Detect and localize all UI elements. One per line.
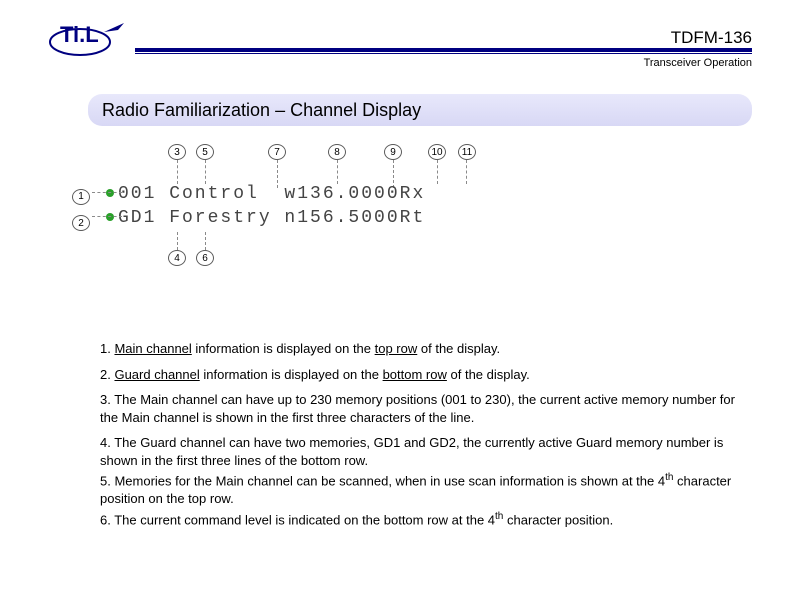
callout-9: 9 (384, 144, 402, 160)
callout-11: 11 (458, 144, 476, 160)
list-item: 2. Guard channel information is displaye… (100, 366, 750, 384)
callout-10: 10 (428, 144, 446, 160)
header-subtitle: Transceiver Operation (644, 57, 752, 69)
leader-8 (337, 160, 338, 184)
leader-3 (177, 160, 178, 184)
section-title: Radio Familiarization – Channel Display (88, 94, 752, 126)
channel-display-diagram: 3 5 7 8 9 10 11 1 2 001 Control w136.000… (106, 140, 586, 272)
item-6-end: character position. (503, 512, 613, 527)
leader-10 (437, 160, 438, 184)
item-6-pre: 6. The current command level is indicate… (100, 512, 495, 527)
item-1-mid: information is displayed on the (192, 341, 375, 356)
callout-8: 8 (328, 144, 346, 160)
item-2-term: Guard channel (114, 367, 199, 382)
item-2-end: of the display. (447, 367, 530, 382)
leader-1 (92, 192, 122, 193)
callout-3: 3 (168, 144, 186, 160)
item-1-pre: 1. (100, 341, 114, 356)
bottom-callouts: 4 6 (106, 232, 586, 272)
lcd-display: 1 2 001 Control w136.0000Rx GD1 Forestry… (106, 182, 586, 230)
leader-11 (466, 160, 467, 184)
header-rule-thick (135, 48, 752, 52)
model-number: TDFM-136 (671, 28, 752, 48)
top-callouts: 3 5 7 8 9 10 11 (106, 140, 586, 176)
leader-5 (205, 160, 206, 184)
description-list: 1. Main channel information is displayed… (100, 340, 750, 537)
callout-6: 6 (196, 250, 214, 266)
list-item: 5. Memories for the Main channel can be … (100, 471, 750, 507)
header-rule-thin (135, 53, 752, 54)
lcd-row-guard-text: GD1 Forestry n156.5000Rt (118, 208, 425, 228)
item-1-pos: top row (375, 341, 418, 356)
lcd-row-guard: GD1 Forestry n156.5000Rt (106, 206, 586, 230)
leader-2 (92, 216, 122, 217)
svg-text:Ti.L: Ti.L (60, 22, 99, 47)
callout-7: 7 (268, 144, 286, 160)
list-item: 4. The Guard channel can have two memori… (100, 434, 750, 469)
item-1-end: of the display. (417, 341, 500, 356)
list-item: 6. The current command level is indicate… (100, 510, 750, 529)
indicator-dot-main (106, 189, 114, 197)
left-callouts: 1 2 (72, 182, 90, 235)
item-5-pre: 5. Memories for the Main channel can be … (100, 474, 665, 489)
list-item: 3. The Main channel can have up to 230 m… (100, 391, 750, 426)
list-item: 1. Main channel information is displayed… (100, 340, 750, 358)
item-2-pre: 2. (100, 367, 114, 382)
item-1-term: Main channel (114, 341, 191, 356)
indicator-dot-guard (106, 213, 114, 221)
lcd-row-main: 001 Control w136.0000Rx (106, 182, 586, 206)
brand-logo: Ti.L (46, 20, 136, 65)
header: Ti.L TDFM-136 Transceiver Operation (0, 0, 794, 64)
item-2-mid: information is displayed on the (200, 367, 383, 382)
callout-4: 4 (168, 250, 186, 266)
lcd-row-main-text: 001 Control w136.0000Rx (118, 184, 425, 204)
callout-2: 2 (72, 215, 90, 231)
leader-6 (205, 232, 206, 250)
leader-4 (177, 232, 178, 250)
callout-5: 5 (196, 144, 214, 160)
item-2-pos: bottom row (383, 367, 447, 382)
callout-1: 1 (72, 189, 90, 205)
